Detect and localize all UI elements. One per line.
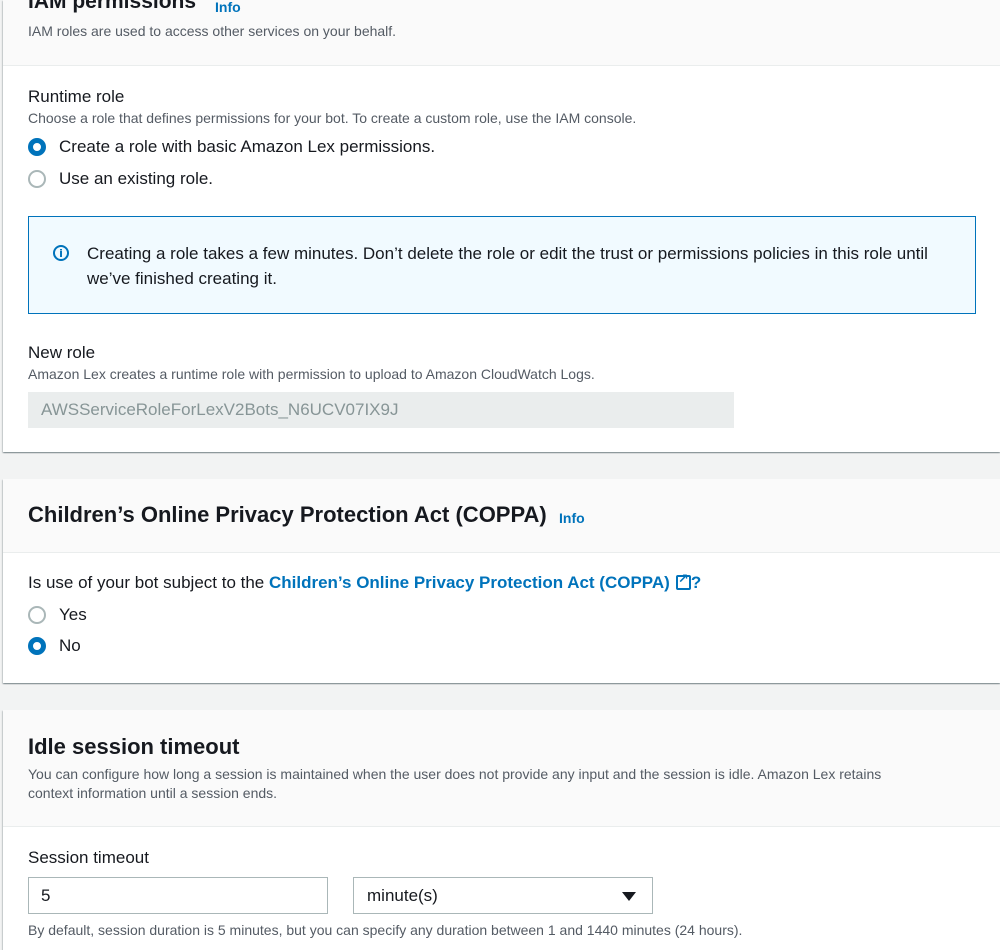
radio-create-role-label: Create a role with basic Amazon Lex perm… — [59, 137, 436, 156]
idle-session-panel: Idle session timeout You can configure h… — [3, 710, 1000, 950]
radio-coppa-yes-button[interactable] — [28, 606, 46, 624]
idle-session-title: Idle session timeout — [28, 734, 240, 759]
radio-coppa-no[interactable]: No — [28, 636, 81, 656]
idle-session-description-2: context information until a session ends… — [28, 785, 278, 801]
iam-description: IAM roles are used to access other servi… — [28, 23, 397, 39]
iam-permissions-panel: IAM permissions Info IAM roles are used … — [3, 0, 1000, 452]
radio-coppa-no-button[interactable] — [28, 637, 46, 655]
radio-coppa-yes-label: Yes — [59, 605, 87, 624]
coppa-question-suffix: ? — [690, 573, 702, 592]
idle-session-description-1: You can configure how long a session is … — [28, 766, 882, 782]
info-alert-text: Creating a role takes a few minutes. Don… — [87, 244, 928, 288]
iam-info-link[interactable]: Info — [215, 0, 241, 15]
runtime-role-label: Runtime role — [28, 87, 125, 106]
radio-existing-role-label: Use an existing role. — [59, 169, 214, 188]
idle-session-header: Idle session timeout You can configure h… — [3, 710, 1000, 827]
radio-create-role-button[interactable] — [28, 138, 46, 156]
coppa-title: Children’s Online Privacy Protection Act… — [28, 502, 547, 527]
session-timeout-input[interactable]: 5 — [28, 877, 328, 914]
new-role-name-field: AWSServiceRoleForLexV2Bots_N6UCV07IX9J — [28, 392, 734, 428]
info-alert: i Creating a role takes a few minutes. D… — [28, 216, 976, 314]
iam-permissions-header: IAM permissions Info IAM roles are used … — [3, 0, 1000, 66]
new-role-help: Amazon Lex creates a runtime role with p… — [28, 366, 595, 382]
coppa-panel: Children’s Online Privacy Protection Act… — [3, 479, 1000, 683]
timeout-unit-select[interactable]: minute(s) — [353, 877, 653, 914]
coppa-info-link[interactable]: Info — [559, 510, 585, 526]
coppa-question-prefix: Is use of your bot subject to the — [28, 573, 269, 592]
coppa-link-text[interactable]: Children’s Online Privacy Protection Act… — [269, 573, 670, 592]
runtime-role-help: Choose a role that defines permissions f… — [28, 110, 637, 126]
iam-permissions-title: IAM permissions — [28, 0, 197, 13]
session-timeout-help: By default, session duration is 5 minute… — [28, 922, 743, 938]
coppa-header: Children’s Online Privacy Protection Act… — [3, 479, 1000, 553]
radio-coppa-yes[interactable]: Yes — [28, 605, 87, 625]
new-role-label: New role — [28, 343, 96, 362]
coppa-link[interactable]: Children’s Online Privacy Protection Act… — [269, 572, 691, 592]
radio-create-role[interactable]: Create a role with basic Amazon Lex perm… — [28, 137, 435, 157]
caret-down-icon — [622, 892, 636, 901]
radio-coppa-no-label: No — [59, 636, 81, 655]
external-link-icon[interactable] — [675, 572, 691, 590]
radio-existing-role-button[interactable] — [28, 170, 46, 188]
coppa-question: Is use of your bot subject to the Childr… — [28, 572, 702, 593]
timeout-unit-value: minute(s) — [367, 886, 438, 905]
session-timeout-label: Session timeout — [28, 848, 149, 867]
info-circle-icon: i — [53, 245, 69, 261]
radio-existing-role[interactable]: Use an existing role. — [28, 169, 213, 189]
